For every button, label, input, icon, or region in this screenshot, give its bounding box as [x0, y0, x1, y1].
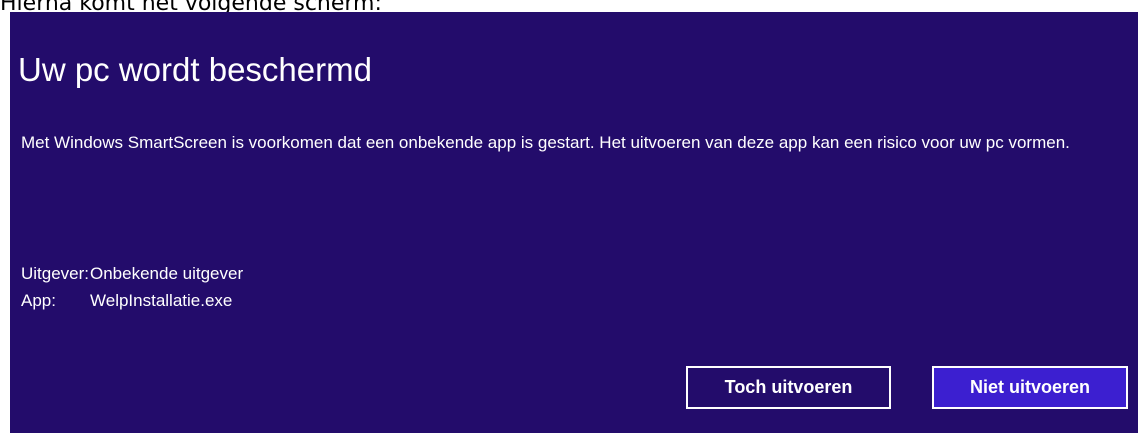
publisher-label: Uitgever: — [21, 264, 90, 283]
app-label: App: — [21, 291, 56, 310]
run-anyway-button[interactable]: Toch uitvoeren — [686, 366, 891, 409]
dont-run-button[interactable]: Niet uitvoeren — [932, 366, 1128, 409]
page: Hierna komt het volgende scherm: Uw pc w… — [0, 0, 1148, 433]
app-value: WelpInstallatie.exe — [90, 291, 233, 310]
app-row: App: WelpInstallatie.exe — [21, 287, 243, 314]
dialog-message: Met Windows SmartScreen is voorkomen dat… — [21, 133, 1070, 152]
smartscreen-dialog: Uw pc wordt beschermd Met Windows SmartS… — [10, 12, 1138, 433]
dialog-title: Uw pc wordt beschermd — [18, 51, 372, 88]
app-info: Uitgever: Onbekende uitgever App: WelpIn… — [21, 260, 243, 314]
publisher-value: Onbekende uitgever — [90, 264, 244, 283]
publisher-row: Uitgever: Onbekende uitgever — [21, 260, 243, 287]
